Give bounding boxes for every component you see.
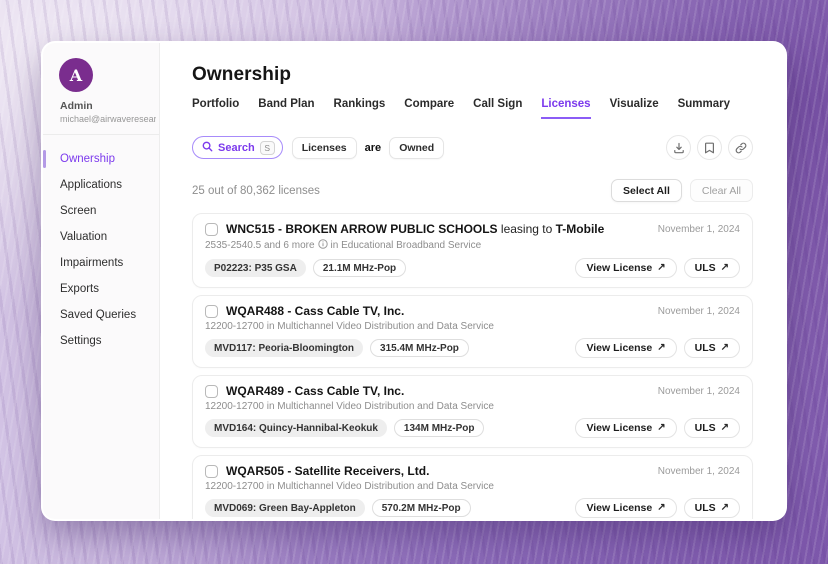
external-link-icon: ↗ (721, 263, 729, 273)
license-card: WQAR489 - Cass Cable TV, Inc. November 1… (192, 375, 753, 448)
license-list: WNC515 - BROKEN ARROW PUBLIC SCHOOLS lea… (192, 213, 753, 519)
avatar-letter: A (70, 66, 82, 85)
sidebar-item-applications[interactable]: Applications (43, 172, 159, 198)
external-link-icon: ↗ (721, 423, 729, 433)
pop-tag: 315.4M MHz-Pop (370, 339, 469, 357)
tab-compare[interactable]: Compare (404, 98, 454, 119)
user-email: michael@airwaveresearc... (60, 114, 156, 124)
view-license-button[interactable]: View License↗ (575, 258, 676, 278)
sidebar: A Admin michael@airwaveresearc... Owners… (43, 43, 160, 519)
checkbox[interactable] (205, 465, 218, 478)
filter-subject-chip[interactable]: Licenses (292, 137, 357, 159)
license-count: 25 out of 80,362 licenses (192, 185, 320, 197)
filter-toolbar: Search S Licenses are Owned (192, 135, 753, 160)
checkbox[interactable] (205, 305, 218, 318)
license-date: November 1, 2024 (658, 306, 740, 317)
desktop-background: A Admin michael@airwaveresearc... Owners… (0, 0, 828, 564)
sidebar-item-impairments[interactable]: Impairments (43, 250, 159, 276)
checkbox[interactable] (205, 223, 218, 236)
link-icon (735, 142, 747, 154)
license-card: WNC515 - BROKEN ARROW PUBLIC SCHOOLS lea… (192, 213, 753, 288)
sidebar-nav: Ownership Applications Screen Valuation … (43, 146, 159, 354)
uls-button[interactable]: ULS↗ (684, 258, 740, 278)
list-header: 25 out of 80,362 licenses Select All Cle… (192, 179, 753, 202)
view-license-button[interactable]: View License↗ (575, 498, 676, 518)
download-button[interactable] (666, 135, 691, 160)
license-date: November 1, 2024 (658, 224, 740, 235)
main-content: Ownership Portfolio Band Plan Rankings C… (160, 43, 785, 519)
tab-visualize[interactable]: Visualize (610, 98, 659, 119)
license-subtitle: 2535-2540.5 and 6 more in Educational Br… (205, 239, 740, 252)
checkbox[interactable] (205, 385, 218, 398)
uls-button[interactable]: ULS↗ (684, 498, 740, 518)
license-title: WQAR505 - Satellite Receivers, Ltd. (226, 464, 429, 478)
tab-portfolio[interactable]: Portfolio (192, 98, 239, 119)
tab-bar: Portfolio Band Plan Rankings Compare Cal… (192, 98, 753, 119)
external-link-icon: ↗ (657, 503, 665, 513)
tab-summary[interactable]: Summary (678, 98, 730, 119)
tab-call-sign[interactable]: Call Sign (473, 98, 522, 119)
license-subtitle: 12200-12700 in Multichannel Video Distri… (205, 401, 740, 412)
tab-rankings[interactable]: Rankings (334, 98, 386, 119)
license-subtitle: 12200-12700 in Multichannel Video Distri… (205, 481, 740, 492)
license-card: WQAR505 - Satellite Receivers, Ltd. Nove… (192, 455, 753, 519)
sidebar-item-ownership[interactable]: Ownership (43, 146, 159, 172)
select-all-button[interactable]: Select All (611, 179, 682, 202)
filter-value-chip[interactable]: Owned (389, 137, 444, 159)
clear-all-button[interactable]: Clear All (690, 179, 753, 202)
bookmark-button[interactable] (697, 135, 722, 160)
license-subtitle: 12200-12700 in Multichannel Video Distri… (205, 321, 740, 332)
sidebar-item-exports[interactable]: Exports (43, 276, 159, 302)
sidebar-divider (43, 134, 159, 135)
search-button[interactable]: Search S (192, 136, 283, 159)
sidebar-item-valuation[interactable]: Valuation (43, 224, 159, 250)
license-date: November 1, 2024 (658, 386, 740, 397)
license-title: WNC515 - BROKEN ARROW PUBLIC SCHOOLS lea… (226, 222, 604, 236)
uls-button[interactable]: ULS↗ (684, 338, 740, 358)
pop-tag: 21.1M MHz-Pop (313, 259, 406, 277)
view-license-button[interactable]: View License↗ (575, 418, 676, 438)
shortcut-key-badge: S (260, 141, 275, 155)
license-title: WQAR488 - Cass Cable TV, Inc. (226, 304, 404, 318)
external-link-icon: ↗ (657, 343, 665, 353)
filter-verb: are (365, 142, 382, 154)
market-tag: MVD164: Quincy-Hannibal-Keokuk (205, 419, 387, 437)
external-link-icon: ↗ (657, 263, 665, 273)
selection-buttons: Select All Clear All (611, 179, 753, 202)
market-tag: MVD069: Green Bay-Appleton (205, 499, 365, 517)
tab-licenses[interactable]: Licenses (541, 98, 590, 119)
license-card: WQAR488 - Cass Cable TV, Inc. November 1… (192, 295, 753, 368)
sidebar-item-saved-queries[interactable]: Saved Queries (43, 302, 159, 328)
external-link-icon: ↗ (657, 423, 665, 433)
avatar[interactable]: A (59, 58, 93, 92)
license-date: November 1, 2024 (658, 466, 740, 477)
sidebar-item-screen[interactable]: Screen (43, 198, 159, 224)
bookmark-icon (704, 142, 715, 154)
pop-tag: 570.2M MHz-Pop (372, 499, 471, 517)
info-icon[interactable] (318, 239, 328, 252)
external-link-icon: ↗ (721, 503, 729, 513)
uls-button[interactable]: ULS↗ (684, 418, 740, 438)
user-name: Admin (60, 100, 159, 112)
search-label: Search (218, 142, 255, 154)
page-title: Ownership (192, 64, 753, 86)
pop-tag: 134M MHz-Pop (394, 419, 485, 437)
external-link-icon: ↗ (721, 343, 729, 353)
market-tag: MVD117: Peoria-Bloomington (205, 339, 363, 357)
license-title: WQAR489 - Cass Cable TV, Inc. (226, 384, 404, 398)
market-tag: P02223: P35 GSA (205, 259, 306, 277)
copy-link-button[interactable] (728, 135, 753, 160)
download-icon (673, 142, 685, 154)
sidebar-item-settings[interactable]: Settings (43, 328, 159, 354)
toolbar-actions (666, 135, 753, 160)
app-window: A Admin michael@airwaveresearc... Owners… (41, 41, 787, 521)
tab-band-plan[interactable]: Band Plan (258, 98, 314, 119)
search-icon (202, 140, 213, 155)
view-license-button[interactable]: View License↗ (575, 338, 676, 358)
